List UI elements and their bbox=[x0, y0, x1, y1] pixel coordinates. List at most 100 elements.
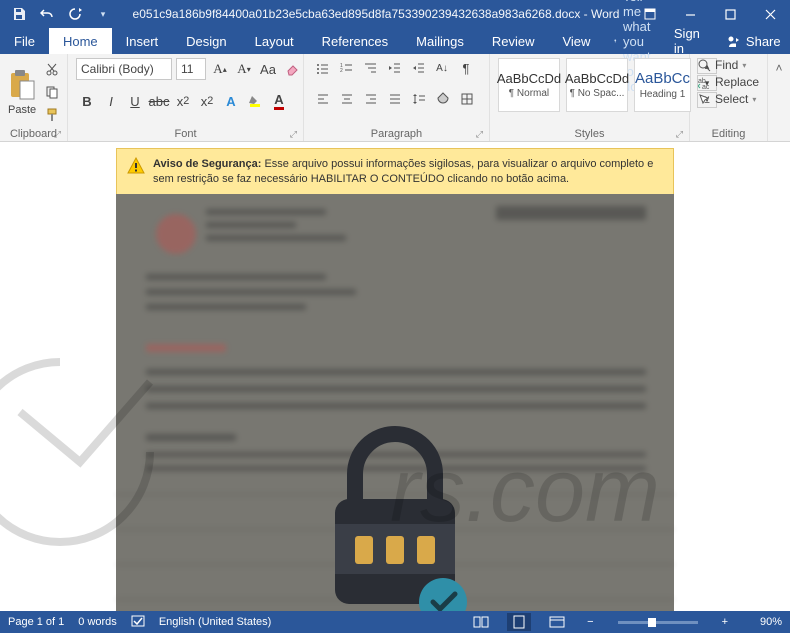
paste-button[interactable]: Paste bbox=[8, 69, 36, 116]
grow-font-button[interactable]: A▴ bbox=[210, 59, 230, 79]
tab-design[interactable]: Design bbox=[172, 28, 240, 54]
status-proofing[interactable] bbox=[131, 614, 145, 631]
redo-button[interactable] bbox=[62, 2, 88, 26]
security-warning-banner: Aviso de Segurança: Esse arquivo possui … bbox=[116, 148, 674, 197]
font-family-select[interactable]: Calibri (Body) bbox=[76, 58, 172, 80]
font-size-select[interactable]: 11 bbox=[176, 58, 206, 80]
italic-button[interactable]: I bbox=[100, 90, 122, 112]
style-no-spacing[interactable]: AaBbCcDd¶ No Spac... bbox=[566, 58, 628, 112]
tab-file[interactable]: File bbox=[0, 28, 49, 54]
view-print-layout[interactable] bbox=[507, 613, 531, 631]
window-title: e051c9a186b9f84400a01b23e5cba63ed895d8fa… bbox=[122, 7, 630, 21]
shrink-font-button[interactable]: A▾ bbox=[234, 59, 254, 79]
save-icon bbox=[12, 7, 26, 21]
paragraph-dialog-launcher[interactable]: ⤢ bbox=[476, 129, 483, 140]
font-group-label: Font⤢ bbox=[76, 126, 295, 140]
shading-button[interactable] bbox=[432, 88, 454, 110]
zoom-out-button[interactable]: − bbox=[583, 616, 597, 628]
status-page[interactable]: Page 1 of 1 bbox=[8, 616, 64, 628]
qat-customize[interactable]: ▾ bbox=[90, 2, 116, 26]
multilevel-icon bbox=[363, 61, 377, 75]
borders-button[interactable] bbox=[456, 88, 478, 110]
tab-home[interactable]: Home bbox=[49, 28, 112, 54]
sign-in-button[interactable]: Sign in bbox=[660, 28, 714, 54]
zoom-slider[interactable] bbox=[618, 621, 698, 624]
tab-layout[interactable]: Layout bbox=[241, 28, 308, 54]
superscript-button[interactable]: x2 bbox=[196, 90, 218, 112]
tab-view[interactable]: View bbox=[548, 28, 604, 54]
styles-group-label: Styles⤢ bbox=[498, 126, 681, 140]
tab-insert[interactable]: Insert bbox=[112, 28, 173, 54]
tab-mailings[interactable]: Mailings bbox=[402, 28, 478, 54]
clipboard-group-label: Clipboard⤢ bbox=[8, 126, 59, 140]
indent-icon bbox=[411, 61, 425, 75]
save-button[interactable] bbox=[6, 2, 32, 26]
styles-dialog-launcher[interactable]: ⤢ bbox=[676, 129, 683, 140]
title-bar: ▾ e051c9a186b9f84400a01b23e5cba63ed895d8… bbox=[0, 0, 790, 28]
view-web-layout[interactable] bbox=[545, 613, 569, 631]
text-effects-button[interactable]: A bbox=[220, 90, 242, 112]
align-left-button[interactable] bbox=[312, 88, 334, 110]
cut-button[interactable] bbox=[42, 59, 62, 79]
font-color-button[interactable]: A bbox=[268, 90, 290, 112]
align-right-icon bbox=[364, 92, 378, 106]
zoom-in-button[interactable]: + bbox=[718, 616, 732, 628]
highlight-icon bbox=[248, 94, 262, 108]
select-button[interactable]: Select▾ bbox=[698, 92, 759, 106]
style-heading-1[interactable]: AaBbCcHeading 1 bbox=[634, 58, 691, 112]
spacing-icon bbox=[412, 92, 426, 106]
multilevel-list-button[interactable] bbox=[360, 58, 380, 78]
increase-indent-button[interactable] bbox=[408, 58, 428, 78]
maximize-button[interactable] bbox=[710, 0, 750, 28]
format-painter-button[interactable] bbox=[42, 105, 62, 125]
copy-icon bbox=[45, 85, 59, 99]
select-icon bbox=[698, 93, 711, 106]
svg-text:ac: ac bbox=[702, 84, 710, 89]
zoom-level[interactable]: 90% bbox=[746, 616, 782, 628]
justify-button[interactable] bbox=[384, 88, 406, 110]
align-center-button[interactable] bbox=[336, 88, 358, 110]
status-bar: Page 1 of 1 0 words English (United Stat… bbox=[0, 611, 790, 633]
clipboard-dialog-launcher[interactable]: ⤢ bbox=[54, 129, 61, 140]
find-button[interactable]: Find▾ bbox=[698, 58, 759, 72]
minimize-button[interactable] bbox=[670, 0, 710, 28]
sort-button[interactable]: A↓ bbox=[432, 58, 452, 78]
numbering-button[interactable]: 12 bbox=[336, 58, 356, 78]
zoom-slider-thumb[interactable] bbox=[648, 618, 656, 627]
line-spacing-button[interactable] bbox=[408, 88, 430, 110]
close-button[interactable] bbox=[750, 0, 790, 28]
document-page[interactable] bbox=[116, 194, 674, 611]
tab-review[interactable]: Review bbox=[478, 28, 549, 54]
bold-button[interactable]: B bbox=[76, 90, 98, 112]
status-words[interactable]: 0 words bbox=[78, 616, 117, 628]
warning-icon bbox=[127, 157, 145, 175]
copy-button[interactable] bbox=[42, 82, 62, 102]
decrease-indent-button[interactable] bbox=[384, 58, 404, 78]
align-left-icon bbox=[316, 92, 330, 106]
status-language[interactable]: English (United States) bbox=[159, 616, 272, 628]
tell-me-search[interactable]: Tell me what you want to do... bbox=[604, 28, 659, 54]
outdent-icon bbox=[387, 61, 401, 75]
show-marks-button[interactable]: ¶ bbox=[456, 58, 476, 78]
align-right-button[interactable] bbox=[360, 88, 382, 110]
replace-button[interactable]: abacReplace bbox=[698, 75, 759, 89]
font-dialog-launcher[interactable]: ⤢ bbox=[290, 129, 297, 140]
tab-references[interactable]: References bbox=[308, 28, 402, 54]
share-button[interactable]: Share bbox=[714, 28, 790, 54]
subscript-button[interactable]: x2 bbox=[172, 90, 194, 112]
paste-icon bbox=[8, 69, 36, 101]
ribbon-group-editing: Find▾ abacReplace Select▾ Editing bbox=[690, 54, 768, 141]
shading-icon bbox=[436, 92, 450, 106]
change-case-button[interactable]: Aa bbox=[258, 59, 278, 79]
clear-formatting-button[interactable] bbox=[282, 59, 302, 79]
editing-group-label: Editing bbox=[698, 126, 759, 140]
strikethrough-button[interactable]: abc bbox=[148, 90, 170, 112]
undo-button[interactable] bbox=[34, 2, 60, 26]
style-normal[interactable]: AaBbCcDd¶ Normal bbox=[498, 58, 560, 112]
bullets-button[interactable] bbox=[312, 58, 332, 78]
highlight-button[interactable] bbox=[244, 90, 266, 112]
minimize-icon bbox=[685, 9, 696, 20]
view-read-mode[interactable] bbox=[469, 613, 493, 631]
collapse-ribbon-button[interactable]: ˄ bbox=[769, 58, 789, 78]
underline-button[interactable]: U bbox=[124, 90, 146, 112]
